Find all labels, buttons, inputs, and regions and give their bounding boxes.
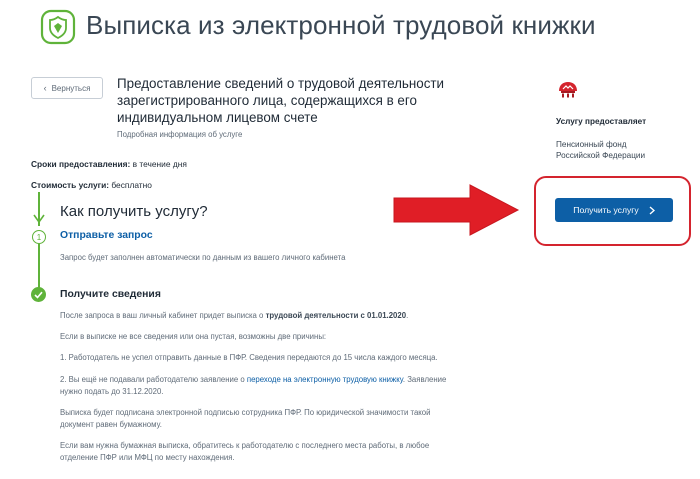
how-to-get-title: Как получить услугу? xyxy=(60,203,208,220)
step2-text: . xyxy=(406,311,409,320)
step2-paragraph: Если в выписке не все сведения или она п… xyxy=(60,332,327,341)
step2-line: нужно подать до 31.12.2020. xyxy=(60,387,164,396)
cost-value: бесплатно xyxy=(111,180,152,190)
step2-text: После запроса в ваш личный кабинет приде… xyxy=(60,311,266,320)
step1-title: Отправьте запрос xyxy=(60,230,153,241)
step2-line: 2. Вы ещё не подавали работодателю заявл… xyxy=(60,374,505,386)
chevron-right-icon xyxy=(649,205,655,215)
step-number-badge: 1 xyxy=(32,230,46,244)
pfr-logo-icon xyxy=(557,80,579,100)
step2-line: отделение ПФР или МФЦ по месту нахождени… xyxy=(60,453,235,462)
step2-paragraph: 2. Вы ещё не подавали работодателю заявл… xyxy=(60,374,505,398)
get-service-button-label: Получить услугу xyxy=(573,205,639,215)
back-button-label: Вернуться xyxy=(51,83,91,93)
step2-paragraph: Выписка будет подписана электронной подп… xyxy=(60,407,505,431)
step2-line: документ равен бумажному. xyxy=(60,420,162,429)
check-icon xyxy=(31,287,46,302)
service-cost: Стоимость услуги: бесплатно xyxy=(31,180,152,190)
service-details-link[interactable]: Подробная информация об услуге xyxy=(117,130,242,139)
page-title: Выписка из электронной трудовой книжки xyxy=(86,10,596,40)
provider-name: Пенсионный фонд Российской Федерации xyxy=(556,140,646,160)
terms-label: Сроки предоставления: xyxy=(31,159,131,169)
service-title-line: индивидуальном лицевом счете xyxy=(117,110,318,125)
timeline-arrow-icon xyxy=(33,214,45,224)
gosuslugi-emblem-icon xyxy=(40,9,76,45)
chevron-left-icon: ‹ xyxy=(43,83,47,93)
electronic-book-link[interactable]: переходе на электронную трудовую книжку xyxy=(247,375,403,384)
step2-line: Если вам нужна бумажная выписка, обратит… xyxy=(60,441,430,450)
back-button[interactable]: ‹ Вернуться xyxy=(31,77,103,99)
timeline-line xyxy=(38,244,40,288)
step2-paragraph: После запроса в ваш личный кабинет приде… xyxy=(60,310,505,322)
step2-line: Выписка будет подписана электронной подп… xyxy=(60,408,431,417)
service-title-line: зарегистрированного лица, содержащихся в… xyxy=(117,93,417,108)
step2-paragraph: Если вам нужна бумажная выписка, обратит… xyxy=(60,440,505,464)
provider-label: Услугу предоставляет xyxy=(556,117,647,126)
cost-label: Стоимость услуги: xyxy=(31,180,110,190)
service-terms: Сроки предоставления: в течение дня xyxy=(31,159,187,169)
step2-title: Получите сведения xyxy=(60,289,161,300)
terms-value: в течение дня xyxy=(132,159,187,169)
step2-bold-text: трудовой деятельности с 01.01.2020 xyxy=(265,311,407,320)
service-title-line: Предоставление сведений о трудовой деяте… xyxy=(117,76,445,91)
step2-paragraph: 1. Работодатель не успел отправить данны… xyxy=(60,353,438,362)
step2-text: 2. Вы ещё не подавали работодателю заявл… xyxy=(60,375,247,384)
service-title: Предоставление сведений о трудовой деяте… xyxy=(117,75,477,126)
red-arrow-annotation xyxy=(393,184,520,236)
step1-description: Запрос будет заполнен автоматически по д… xyxy=(60,253,346,262)
get-service-button[interactable]: Получить услугу xyxy=(555,198,673,222)
step2-text: . Заявление xyxy=(402,375,447,384)
